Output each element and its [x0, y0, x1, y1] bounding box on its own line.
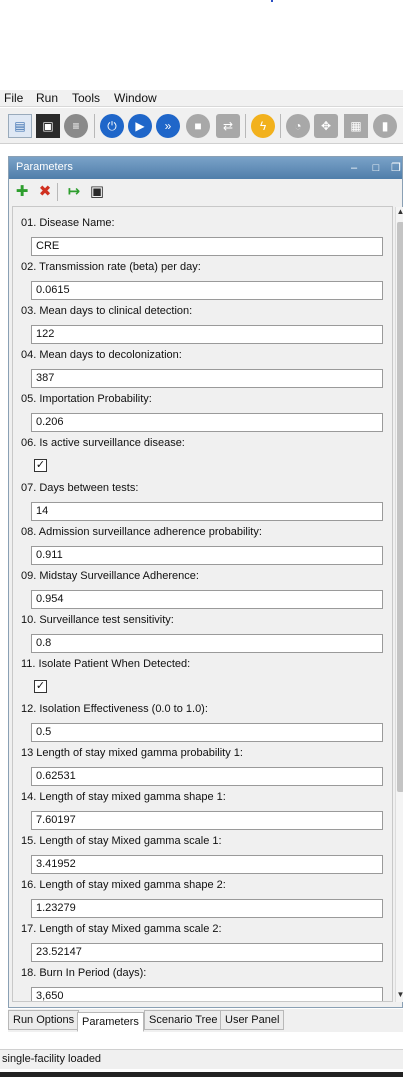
parameter-input[interactable]: 3,650	[31, 987, 383, 1001]
parameter-label: 10. Surveillance test sensitivity:	[21, 614, 174, 626]
parameter-label: 01. Disease Name:	[21, 217, 115, 229]
parameter-label: 11. Isolate Patient When Detected:	[21, 658, 191, 670]
tab-user-panel[interactable]: User Panel	[220, 1010, 285, 1030]
parameter-label: 05. Importation Probability:	[21, 393, 152, 405]
menu-bar: File Run Tools Window	[0, 90, 403, 107]
parameters-panel: Parameters – □ ❐ ✚ ✖ ↦ ▣ 01. Disease Nam…	[8, 156, 403, 1008]
parameter-input[interactable]: 0.5	[31, 723, 383, 742]
open-document-icon[interactable]: ▤	[8, 114, 32, 138]
toolbar-separator	[245, 114, 246, 138]
parameter-checkbox[interactable]: ✓	[34, 459, 47, 472]
parameter-input[interactable]: 0.62531	[31, 767, 383, 786]
toolbar-separator	[94, 114, 95, 138]
parameter-input[interactable]: 14	[31, 502, 383, 521]
parameter-label: 16. Length of stay mixed gamma shape 2:	[21, 879, 226, 891]
parameter-label: 06. Is active surveillance disease:	[21, 437, 185, 449]
scroll-down-icon[interactable]: ▼	[396, 990, 403, 1002]
status-text: single-facility loaded	[2, 1053, 102, 1065]
status-bar: single-facility loaded	[0, 1049, 403, 1069]
restore-icon[interactable]: ❐	[390, 162, 402, 174]
parameter-input[interactable]: 0.954	[31, 590, 383, 609]
panel-title: Parameters	[16, 161, 73, 173]
tab-run-options[interactable]: Run Options	[8, 1010, 80, 1030]
maximize-icon[interactable]: □	[370, 162, 382, 174]
toolbar-separator	[280, 114, 281, 138]
lightning-icon[interactable]: ϟ	[251, 114, 275, 138]
parameter-checkbox[interactable]: ✓	[34, 680, 47, 693]
fast-forward-icon[interactable]: »	[156, 114, 180, 138]
parameter-input[interactable]: 0.911	[31, 546, 383, 565]
power-icon[interactable]: ⏻	[100, 114, 124, 138]
parameter-input[interactable]: 0.8	[31, 634, 383, 653]
decorative-dot	[271, 0, 273, 2]
parameter-input[interactable]: 387	[31, 369, 383, 388]
add-plus-icon[interactable]: ✚	[13, 183, 31, 201]
puzzle-icon[interactable]: ✥	[314, 114, 338, 138]
parameter-label: 07. Days between tests:	[21, 482, 139, 494]
parameter-label: 03. Mean days to clinical detection:	[21, 305, 193, 317]
parameter-input[interactable]: CRE	[31, 237, 383, 256]
trash-icon[interactable]: ▮	[373, 114, 397, 138]
repeat-icon[interactable]: ⇄	[216, 114, 240, 138]
menu-tools[interactable]: Tools	[72, 91, 100, 105]
parameter-label: 04. Mean days to decolonization:	[21, 349, 182, 361]
parameter-input[interactable]: 1.23279	[31, 899, 383, 918]
scroll-thumb[interactable]	[397, 222, 403, 792]
play-icon[interactable]: ▶	[128, 114, 152, 138]
stop-icon[interactable]: ■	[186, 114, 210, 138]
parameters-form: 01. Disease Name: CRE 02. Transmission rat…	[12, 206, 393, 1002]
parameter-input[interactable]: 7.60197	[31, 811, 383, 830]
bottom-tab-bar: Run Options Parameters Scenario Tree Use…	[8, 1009, 403, 1032]
pie-chart-icon[interactable]: ◔	[286, 114, 310, 138]
scroll-up-icon[interactable]: ▲	[396, 207, 403, 219]
parameter-input[interactable]: 122	[31, 325, 383, 344]
main-toolbar: ▤ ▣ ≡ ⏻ ▶ » ■ ⇄ ϟ ◔ ✥ ▦ ▮	[0, 108, 403, 144]
parameter-input[interactable]: 23.52147	[31, 943, 383, 962]
database-icon[interactable]: ≡	[64, 114, 88, 138]
parameter-input[interactable]: 0.206	[31, 413, 383, 432]
save-disk-icon[interactable]: ▣	[88, 183, 106, 201]
panel-title-bar: Parameters – □ ❐	[9, 157, 402, 179]
tab-parameters[interactable]: Parameters	[77, 1012, 144, 1032]
parameter-label: 12. Isolation Effectiveness (0.0 to 1.0)…	[21, 703, 208, 715]
minimize-icon[interactable]: –	[348, 162, 360, 174]
bottom-border	[0, 1072, 403, 1077]
parameter-label: 13 Length of stay mixed gamma probabilit…	[21, 747, 243, 759]
menu-window[interactable]: Window	[114, 91, 157, 105]
delete-x-icon[interactable]: ✖	[36, 183, 54, 201]
parameter-label: 15. Length of stay Mixed gamma scale 1:	[21, 835, 222, 847]
parameter-label: 08. Admission surveillance adherence pro…	[21, 526, 262, 538]
parameter-label: 18. Burn In Period (days):	[21, 967, 147, 979]
save-disk-icon[interactable]: ▣	[36, 114, 60, 138]
panel-toolbar: ✚ ✖ ↦ ▣	[9, 179, 402, 205]
parameter-label: 02. Transmission rate (beta) per day:	[21, 261, 201, 273]
parameter-label: 17. Length of stay Mixed gamma scale 2:	[21, 923, 222, 935]
tab-scenario-tree[interactable]: Scenario Tree	[144, 1010, 223, 1030]
parameter-input[interactable]: 0.0615	[31, 281, 383, 300]
menu-file[interactable]: File	[4, 91, 23, 105]
parameter-label: 14. Length of stay mixed gamma shape 1:	[21, 791, 226, 803]
export-arrow-icon[interactable]: ↦	[65, 183, 83, 201]
grid-table-icon[interactable]: ▦	[344, 114, 368, 138]
vertical-scrollbar[interactable]: ▲ ▼	[395, 207, 403, 1002]
parameter-input[interactable]: 3.41952	[31, 855, 383, 874]
panel-tool-separator	[57, 183, 58, 201]
menu-run[interactable]: Run	[36, 91, 58, 105]
parameter-label: 09. Midstay Surveillance Adherence:	[21, 570, 199, 582]
